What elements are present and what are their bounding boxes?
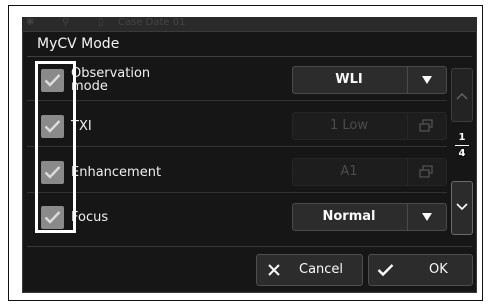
divider: [455, 145, 469, 146]
ok-button[interactable]: OK: [368, 254, 473, 286]
checkbox-focus[interactable]: [41, 206, 64, 229]
cancel-button-label: Cancel: [299, 262, 344, 277]
ok-button-label: OK: [429, 262, 448, 277]
label-focus: Focus: [71, 210, 109, 225]
label-observation-mode: Observation mode: [71, 66, 151, 94]
checkbox-txi[interactable]: [41, 115, 64, 138]
row-txi: TXI 1 Low: [27, 106, 447, 146]
cancel-button[interactable]: Cancel: [256, 254, 363, 286]
chevron-down-icon: [456, 203, 468, 211]
window-button[interactable]: [407, 159, 446, 185]
selector-enhancement[interactable]: A1: [292, 158, 447, 186]
window-icon: [419, 165, 433, 178]
dropdown-arrow-button[interactable]: [407, 204, 446, 230]
mycv-mode-dialog: MyCV Mode Observation mode WLI TXI 1 Low: [22, 31, 477, 293]
dropdown-arrow-button[interactable]: [407, 67, 446, 93]
label-txi: TXI: [71, 119, 92, 134]
page-total: 4: [458, 148, 466, 159]
dropdown-focus[interactable]: Normal: [292, 203, 447, 231]
value-observation-mode: WLI: [335, 72, 363, 87]
row-observation-mode: Observation mode WLI: [27, 60, 447, 100]
page-indicator: 1 4: [451, 132, 473, 159]
divider: [27, 192, 447, 193]
check-icon: [377, 264, 394, 277]
gear-icon: ✱: [26, 17, 35, 28]
row-enhancement: Enhancement A1: [27, 152, 447, 192]
checkbox-observation-mode[interactable]: [41, 69, 64, 92]
row-focus: Focus Normal: [27, 197, 447, 237]
label-enhancement: Enhancement: [71, 165, 162, 180]
divider: [27, 146, 447, 147]
value-txi: 1 Low: [329, 118, 368, 133]
scroll-down-button[interactable]: [451, 181, 473, 235]
window-button[interactable]: [407, 113, 446, 139]
divider: [27, 246, 472, 247]
divider: [27, 56, 472, 57]
dialog-title: MyCV Mode: [37, 36, 120, 52]
triangle-down-icon: [422, 213, 432, 221]
value-enhancement: A1: [340, 164, 358, 179]
page-current: 1: [458, 132, 466, 143]
background-toolbar: ✱ ⚲ ▯ Case Date 01: [22, 17, 477, 31]
chevron-up-icon: [456, 93, 468, 100]
dropdown-observation-mode[interactable]: WLI: [292, 66, 447, 94]
scroll-up-button[interactable]: [451, 68, 473, 122]
checkbox-enhancement[interactable]: [41, 161, 64, 184]
window-icon: [419, 119, 433, 132]
close-icon: [268, 264, 280, 276]
document-icon: ▯: [98, 17, 104, 28]
background-header-text: Case Date 01: [118, 17, 186, 28]
divider: [27, 100, 447, 101]
user-icon: ⚲: [62, 17, 70, 28]
selector-txi[interactable]: 1 Low: [292, 112, 447, 140]
triangle-down-icon: [422, 76, 432, 84]
value-focus: Normal: [322, 209, 376, 224]
